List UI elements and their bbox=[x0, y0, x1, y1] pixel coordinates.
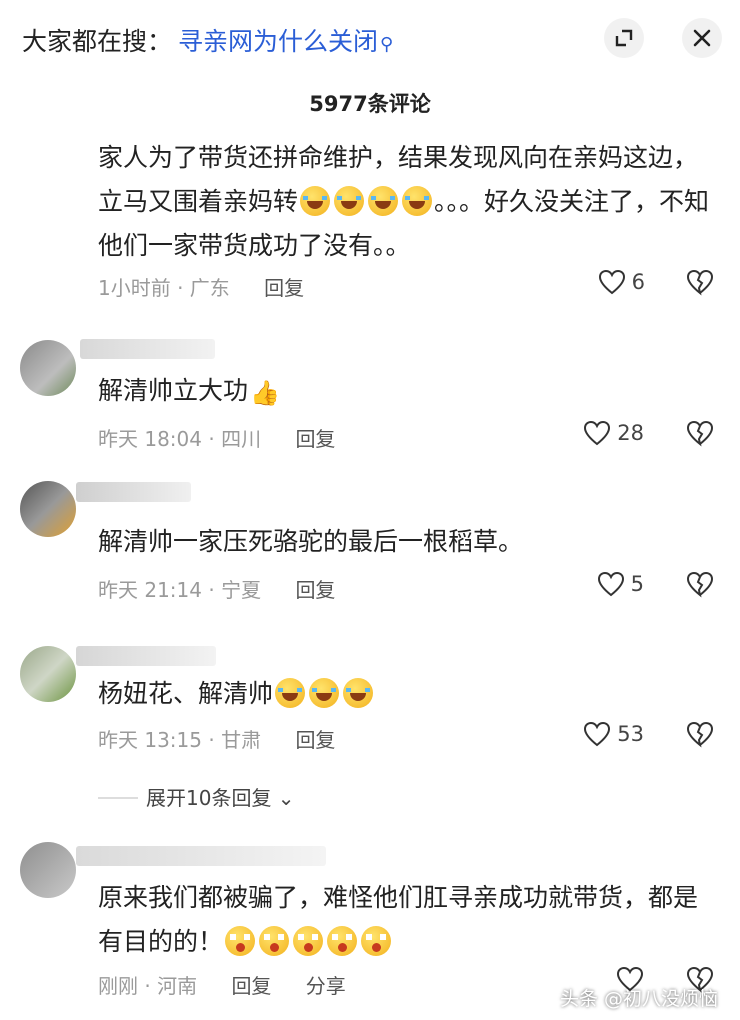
broken-heart-icon[interactable] bbox=[686, 570, 714, 598]
comment-count-title: 5977条评论 bbox=[309, 92, 431, 116]
like-button[interactable]: 28 bbox=[583, 420, 644, 446]
thumbs-up-icon: 👍 bbox=[250, 379, 280, 407]
username-blurred[interactable] bbox=[80, 339, 215, 359]
laughing-emoji-icon bbox=[343, 678, 374, 708]
like-count: 53 bbox=[617, 722, 644, 746]
heart-icon bbox=[598, 269, 625, 295]
comment-meta: 1小时前 · 广东 回复 bbox=[98, 272, 304, 301]
laughing-emoji-icon bbox=[334, 186, 365, 216]
laughing-emoji-icon bbox=[309, 678, 340, 708]
comment-meta: 昨天 13:15 · 甘肃 回复 bbox=[98, 724, 335, 753]
comment-time-location: 昨天 18:04 · 四川 bbox=[98, 427, 262, 451]
heart-icon bbox=[584, 721, 611, 747]
watermark: 头条 @初八没烦恼 bbox=[559, 988, 718, 1010]
close-button[interactable] bbox=[682, 18, 722, 58]
comment-text: 杨妞花、解清帅 bbox=[98, 672, 710, 716]
reply-button[interactable]: 回复 bbox=[295, 728, 335, 752]
search-suggestion-link[interactable]: 寻亲网为什么关闭 ⚲ bbox=[178, 22, 393, 58]
avatar[interactable] bbox=[20, 842, 76, 898]
comment-text: 原来我们都被骗了，难怪他们肛寻亲成功就带货，都是有目的的！ bbox=[98, 883, 699, 956]
laughing-emoji-icon bbox=[300, 186, 331, 216]
like-count: 5 bbox=[630, 572, 644, 596]
broken-heart-icon[interactable] bbox=[686, 419, 714, 447]
shocked-emoji-icon bbox=[225, 926, 256, 956]
like-count: 6 bbox=[631, 270, 645, 294]
heart-icon bbox=[584, 420, 611, 446]
search-query: 寻亲网为什么关闭 bbox=[178, 27, 379, 56]
comment-time-location: 昨天 21:14 · 宁夏 bbox=[98, 578, 262, 602]
chevron-down-icon: ⌄ bbox=[271, 786, 295, 810]
laughing-emoji-icon bbox=[402, 186, 433, 216]
comment-text: 解清帅一家压死骆驼的最后一根稻草。 bbox=[98, 527, 524, 556]
shocked-emoji-icon bbox=[293, 926, 324, 956]
shocked-emoji-icon bbox=[327, 926, 358, 956]
search-prefix: 大家都在搜： bbox=[22, 27, 173, 56]
top-bar: 大家都在搜： 寻亲网为什么关闭 ⚲ bbox=[0, 0, 740, 75]
search-icon: ⚲ bbox=[380, 34, 394, 55]
like-count: 28 bbox=[617, 421, 644, 445]
heart-icon bbox=[597, 571, 624, 597]
laughing-emoji-icon bbox=[368, 186, 399, 216]
expand-replies-button[interactable]: 展开10条回复 ⌄ bbox=[98, 782, 295, 811]
like-button[interactable]: 53 bbox=[583, 721, 644, 747]
comment-meta: 昨天 18:04 · 四川 回复 bbox=[98, 423, 335, 452]
username-blurred[interactable] bbox=[76, 482, 191, 502]
like-button[interactable]: 5 bbox=[597, 571, 644, 597]
comment-text: 家人为了带货还拼命维护，结果发现风向在亲妈这边，立马又围着亲妈转 。。。好久没关注… bbox=[98, 143, 710, 260]
laughing-emoji-icon bbox=[275, 678, 306, 708]
divider bbox=[98, 797, 138, 799]
avatar[interactable] bbox=[20, 481, 76, 537]
comment-meta: 刚刚 · 河南 回复 分享 bbox=[98, 970, 346, 999]
expand-icon bbox=[615, 29, 633, 47]
avatar[interactable] bbox=[20, 646, 76, 702]
like-button[interactable]: 6 bbox=[598, 269, 645, 295]
username-blurred[interactable] bbox=[76, 846, 326, 866]
username-blurred[interactable] bbox=[76, 646, 216, 666]
share-button[interactable]: 分享 bbox=[306, 974, 346, 998]
expand-replies-label: 展开10条回复 bbox=[146, 786, 272, 810]
broken-heart-icon[interactable] bbox=[686, 720, 714, 748]
comment-time-location: 昨天 13:15 · 甘肃 bbox=[98, 728, 262, 752]
expand-button[interactable] bbox=[604, 18, 644, 58]
broken-heart-icon[interactable] bbox=[686, 268, 714, 296]
reply-button[interactable]: 回复 bbox=[295, 578, 335, 602]
shocked-emoji-icon bbox=[259, 926, 290, 956]
comment-time-location: 刚刚 · 河南 bbox=[98, 974, 198, 998]
reply-button[interactable]: 回复 bbox=[295, 427, 335, 451]
close-icon bbox=[693, 29, 711, 47]
comment-time-location: 1小时前 · 广东 bbox=[98, 276, 230, 300]
avatar[interactable] bbox=[20, 340, 76, 396]
comment-meta: 昨天 21:14 · 宁夏 回复 bbox=[98, 574, 335, 603]
reply-button[interactable]: 回复 bbox=[264, 276, 304, 300]
reply-button[interactable]: 回复 bbox=[231, 974, 271, 998]
shocked-emoji-icon bbox=[361, 926, 392, 956]
comment-text: 解清帅立大功👍 bbox=[98, 369, 710, 415]
